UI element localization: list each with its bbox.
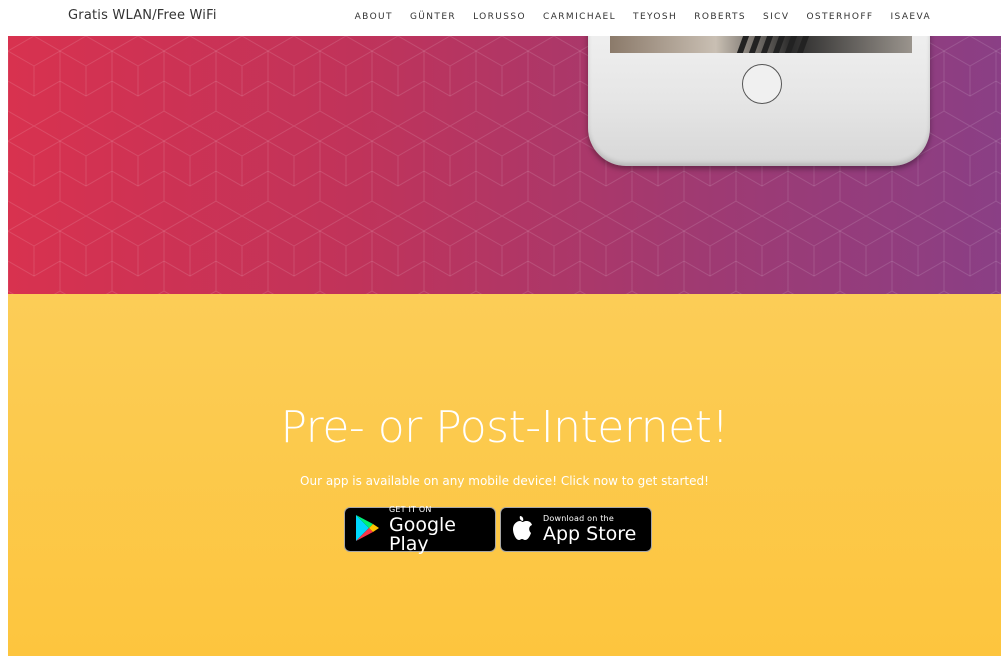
google-badge-big-text: Google Play <box>389 513 457 555</box>
apple-badge-big-text: App Store <box>543 523 637 545</box>
nav-link-osterhoff[interactable]: OSTERHOFF <box>806 12 873 22</box>
phone-mockup <box>588 36 930 166</box>
nav-links: ABOUT GÜNTER LORUSSO CARMICHAEL TEYOSH R… <box>338 12 931 22</box>
top-navbar: Gratis WLAN/Free WiFi ABOUT GÜNTER LORUS… <box>0 0 1001 36</box>
nav-link-roberts[interactable]: ROBERTS <box>694 12 746 22</box>
nav-link-teyosh[interactable]: TEYOSH <box>633 12 677 22</box>
nav-link-about[interactable]: ABOUT <box>355 12 393 22</box>
brand-link[interactable]: Gratis WLAN/Free WiFi <box>68 8 217 23</box>
nav-link-lorusso[interactable]: LORUSSO <box>473 12 526 22</box>
store-badges: GET IT ON Google Play Download on the Ap… <box>344 504 652 555</box>
app-store-button[interactable]: Download on the App Store <box>500 507 652 552</box>
hero-section <box>8 36 1001 294</box>
apple-badge-small-text: Download on the <box>543 514 614 523</box>
phone-screen <box>610 36 912 53</box>
cta-title: Pre- or Post-Internet! <box>280 402 729 453</box>
cta-subtitle: Our app is available on any mobile devic… <box>300 474 709 488</box>
nav-link-carmichael[interactable]: CARMICHAEL <box>543 12 616 22</box>
apple-icon <box>511 514 535 546</box>
nav-link-sicv[interactable]: SICV <box>763 12 789 22</box>
google-play-icon <box>355 514 381 546</box>
nav-link-gunter[interactable]: GÜNTER <box>410 12 456 22</box>
google-play-button[interactable]: GET IT ON Google Play <box>344 504 496 555</box>
download-section: Pre- or Post-Internet! Our app is availa… <box>8 294 1001 656</box>
phone-home-button <box>742 64 782 104</box>
nav-link-isaeva[interactable]: ISAEVA <box>890 12 931 22</box>
google-badge-small-text: GET IT ON <box>389 504 432 514</box>
